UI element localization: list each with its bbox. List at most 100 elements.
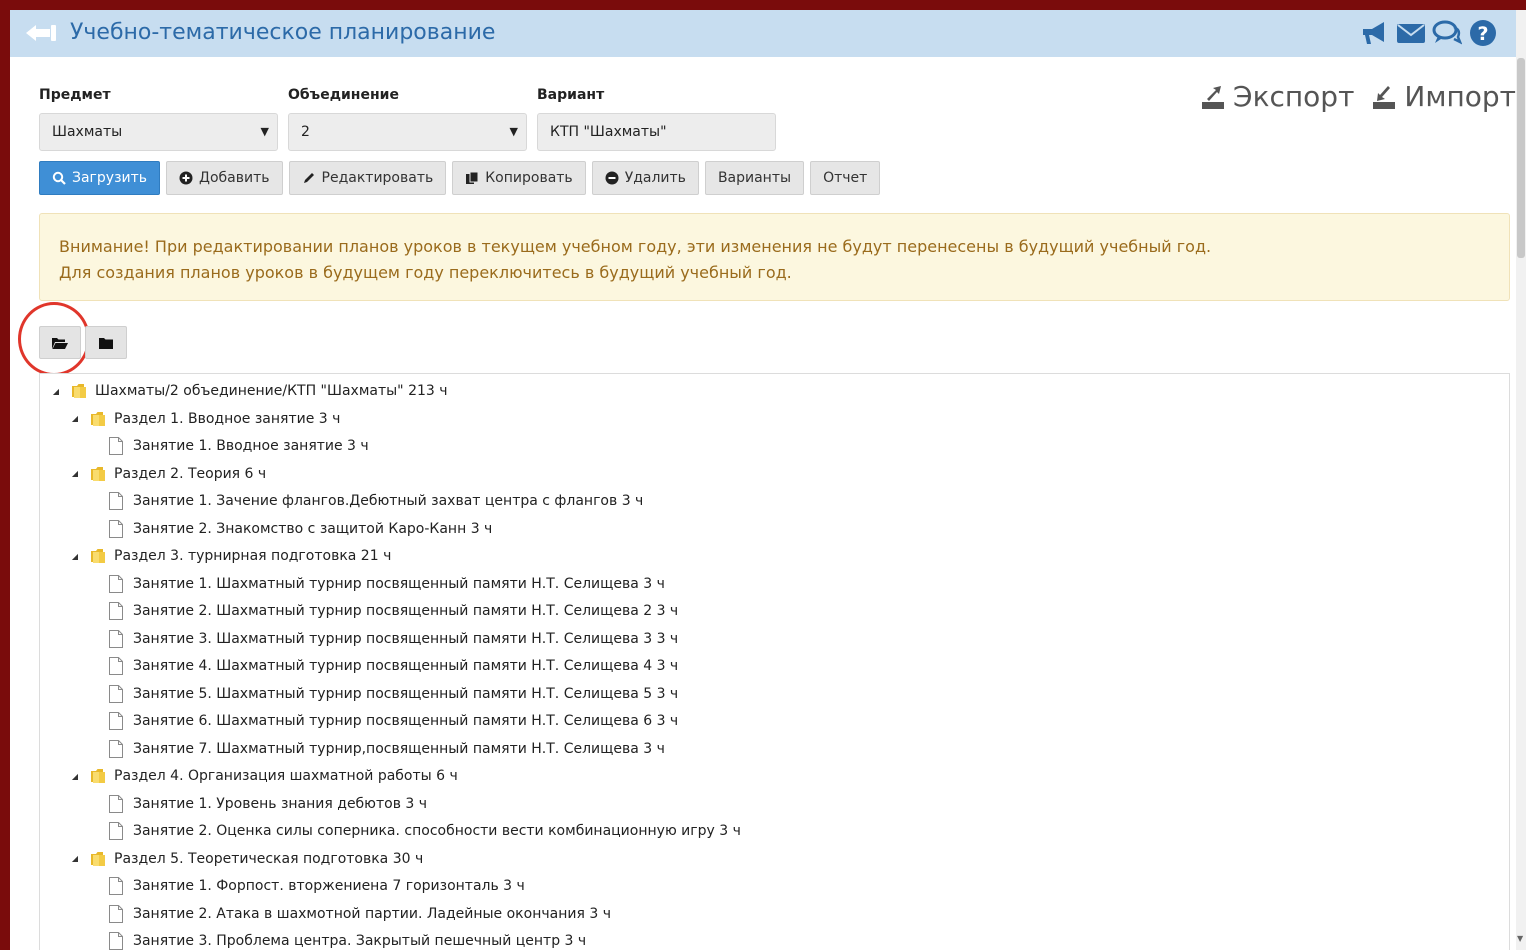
folder-icon bbox=[99, 337, 113, 349]
tree-node-label: Раздел 4. Организация шахматной работы 6… bbox=[114, 768, 458, 784]
tree-node-label: Шахматы/2 объединение/КТП "Шахматы" 213 … bbox=[95, 383, 448, 399]
tree-node-label: Занятие 4. Шахматный турнир посвященный … bbox=[133, 658, 679, 674]
chat-icon[interactable] bbox=[1432, 19, 1463, 47]
collapse-toggle-icon[interactable]: ◢ bbox=[69, 469, 81, 478]
document-icon bbox=[108, 712, 126, 730]
collapse-toggle-icon[interactable]: ◢ bbox=[69, 414, 81, 423]
tree-node-label: Занятие 2. Атака в шахмотной партии. Лад… bbox=[133, 905, 611, 922]
load-button[interactable]: Загрузить bbox=[39, 161, 161, 195]
variants-button[interactable]: Варианты bbox=[704, 161, 805, 195]
report-button[interactable]: Отчет bbox=[810, 161, 881, 195]
document-icon bbox=[108, 657, 126, 675]
collapse-toggle-icon[interactable]: ◢ bbox=[50, 387, 62, 396]
variant-field[interactable]: КТП "Шахматы" bbox=[537, 113, 776, 151]
document-icon bbox=[108, 437, 126, 455]
tree-node-label: Занятие 1. Вводное занятие 3 ч bbox=[133, 438, 369, 454]
alert-line-2: Для создания планов уроков в будущем год… bbox=[59, 263, 792, 282]
tree-lesson-node[interactable]: Занятие 5. Шахматный турнир посвященный … bbox=[88, 682, 678, 706]
folder-icon bbox=[89, 850, 107, 868]
tree-lesson-node[interactable]: Занятие 3. Проблема центра. Закрытый пеш… bbox=[88, 929, 586, 950]
page-scrollbar[interactable]: ▼ bbox=[1516, 10, 1526, 950]
megaphone-icon[interactable] bbox=[1360, 19, 1390, 47]
tree-toolbar bbox=[39, 326, 127, 359]
add-button[interactable]: Добавить bbox=[166, 161, 283, 195]
tree-node-label: Занятие 1. Уровень знания дебютов 3 ч bbox=[133, 795, 428, 812]
chevron-down-icon: ▼ bbox=[509, 125, 518, 138]
folder-icon bbox=[89, 410, 107, 428]
subject-label: Предмет bbox=[39, 87, 111, 103]
collapse-toggle-icon[interactable]: ◢ bbox=[69, 854, 81, 863]
group-select[interactable]: 2 ▼ bbox=[288, 113, 527, 151]
document-icon bbox=[108, 684, 126, 703]
export-icon bbox=[1202, 85, 1225, 109]
tree-lesson-node[interactable]: Занятие 1. Уровень знания дебютов 3 ч bbox=[88, 792, 427, 816]
tree-folder-node[interactable]: ◢ Шахматы/2 объединение/КТП "Шахматы" 213… bbox=[50, 379, 448, 403]
tree-lesson-node[interactable]: Занятие 2. Шахматный турнир посвященный … bbox=[88, 599, 678, 623]
tree-node-label: Раздел 2. Теория 6 ч bbox=[114, 465, 267, 482]
subject-select[interactable]: Шахматы ▼ bbox=[39, 113, 278, 151]
document-icon bbox=[108, 794, 126, 813]
help-icon[interactable]: ? bbox=[1468, 19, 1498, 47]
import-link[interactable]: Импорт bbox=[1372, 80, 1516, 113]
tree-lesson-node[interactable]: Занятие 1. Зачение флангов.Дебютный захв… bbox=[88, 489, 643, 513]
tree-folder-node[interactable]: ◢ Раздел 4. Организация шахматной работы … bbox=[69, 764, 458, 788]
tree-node-label: Занятие 7. Шахматный турнир,посвященный … bbox=[133, 740, 665, 757]
group-select-value: 2 bbox=[301, 124, 310, 140]
collapse-toggle-icon[interactable]: ◢ bbox=[69, 772, 81, 781]
tree-lesson-node[interactable]: Занятие 2. Атака в шахмотной партии. Лад… bbox=[88, 902, 611, 926]
scroll-thumb[interactable] bbox=[1517, 58, 1525, 258]
folder-icon bbox=[89, 767, 107, 785]
action-toolbar: Загрузить Добавить Редактировать Копиров… bbox=[39, 161, 881, 195]
tree-lesson-node[interactable]: Занятие 1. Форпост. вторжениена 7 горизо… bbox=[88, 874, 525, 898]
plus-circle-icon bbox=[179, 171, 193, 185]
document-icon bbox=[108, 877, 126, 895]
collapse-toggle-icon[interactable]: ◢ bbox=[69, 552, 81, 561]
folder-icon bbox=[89, 465, 107, 483]
delete-button[interactable]: Удалить bbox=[591, 161, 699, 195]
alert-line-1: Внимание! При редактировании планов урок… bbox=[59, 237, 1212, 256]
warning-alert: Внимание! При редактировании планов урок… bbox=[39, 213, 1510, 301]
edit-button[interactable]: Редактировать bbox=[288, 161, 447, 195]
tree-node-label: Занятие 2. Шахматный турнир посвященный … bbox=[133, 603, 679, 619]
document-icon bbox=[108, 574, 126, 593]
tree-lesson-node[interactable]: Занятие 2. Оценка силы соперника. способ… bbox=[88, 819, 741, 843]
document-icon bbox=[108, 932, 126, 950]
expand-all-button[interactable] bbox=[39, 326, 81, 359]
collapse-all-button[interactable] bbox=[85, 326, 127, 359]
tree-lesson-node[interactable]: Занятие 7. Шахматный турнир,посвященный … bbox=[88, 737, 665, 761]
folder-icon bbox=[70, 382, 88, 400]
tree-node-label: Раздел 1. Вводное занятие 3 ч bbox=[114, 410, 341, 427]
tree-lesson-node[interactable]: Занятие 1. Вводное занятие 3 ч bbox=[88, 434, 369, 458]
tree-lesson-node[interactable]: Занятие 3. Шахматный турнир посвященный … bbox=[88, 627, 678, 651]
search-icon bbox=[52, 171, 66, 185]
scroll-down-arrow-icon[interactable]: ▼ bbox=[1517, 934, 1525, 944]
tree-folder-node[interactable]: ◢ Раздел 1. Вводное занятие 3 ч bbox=[69, 407, 340, 431]
tree-folder-node[interactable]: ◢ Раздел 3. турнирная подготовка 21 ч bbox=[69, 544, 391, 568]
group-label: Объединение bbox=[288, 87, 399, 103]
folder-icon bbox=[89, 547, 107, 565]
svg-text:?: ? bbox=[1477, 23, 1488, 45]
tree-lesson-node[interactable]: Занятие 6. Шахматный турнир посвященный … bbox=[88, 709, 678, 733]
tree-lesson-node[interactable]: Занятие 2. Знакомство с защитой Каро-Кан… bbox=[88, 517, 492, 541]
variant-field-value: КТП "Шахматы" bbox=[550, 124, 667, 140]
tree-node-label: Занятие 1. Зачение флангов.Дебютный захв… bbox=[133, 493, 644, 509]
copy-icon bbox=[466, 171, 479, 184]
header-actions: ? bbox=[1360, 19, 1498, 47]
tree-folder-node[interactable]: ◢ Раздел 2. Теория 6 ч bbox=[69, 462, 266, 486]
mail-icon[interactable] bbox=[1396, 19, 1426, 47]
tree-node-label: Раздел 5. Теоретическая подготовка 30 ч bbox=[114, 850, 424, 867]
copy-button[interactable]: Копировать bbox=[452, 161, 586, 195]
tree-lesson-node[interactable]: Занятие 4. Шахматный турнир посвященный … bbox=[88, 654, 678, 678]
tree-node-label: Раздел 3. турнирная подготовка 21 ч bbox=[114, 548, 392, 564]
subject-select-value: Шахматы bbox=[52, 124, 123, 140]
variant-label: Вариант bbox=[537, 87, 605, 103]
tree-folder-node[interactable]: ◢ Раздел 5. Теоретическая подготовка 30 ч bbox=[69, 847, 423, 871]
back-arrow-icon[interactable] bbox=[24, 21, 58, 45]
plan-tree: ◢ Шахматы/2 объединение/КТП "Шахматы" 213… bbox=[39, 373, 1510, 950]
tree-lesson-node[interactable]: Занятие 1. Шахматный турнир посвященный … bbox=[88, 572, 665, 596]
document-icon bbox=[108, 492, 126, 510]
tree-node-label: Занятие 2. Знакомство с защитой Каро-Кан… bbox=[133, 520, 493, 537]
page-title: Учебно-тематическое планирование bbox=[70, 20, 496, 45]
tree-node-label: Занятие 6. Шахматный турнир посвященный … bbox=[133, 713, 679, 729]
export-link[interactable]: Экспорт bbox=[1201, 80, 1354, 113]
